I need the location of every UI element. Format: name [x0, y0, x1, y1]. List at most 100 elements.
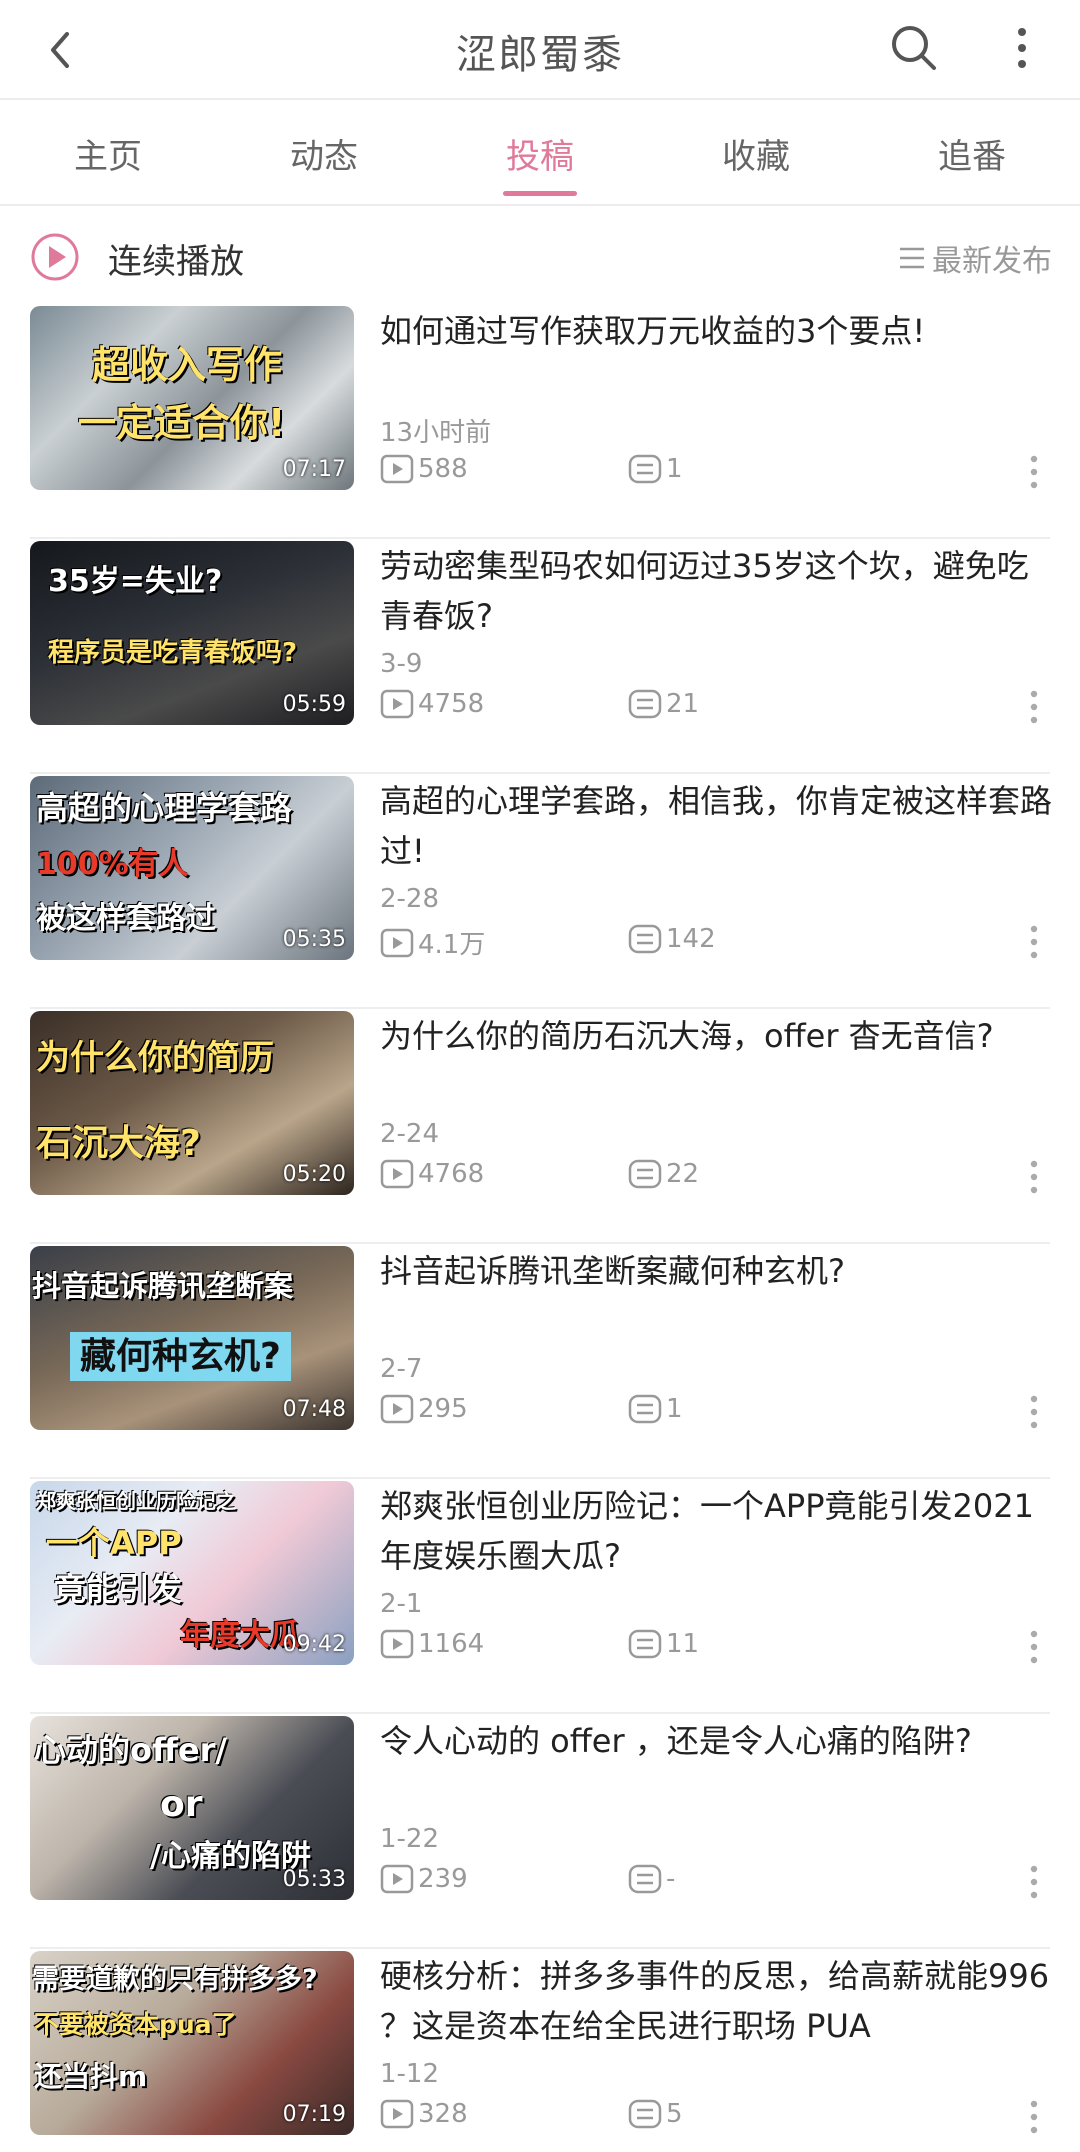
thumbnail-caption: 抖音起诉腾讯垄断案	[32, 1269, 294, 1303]
thumbnail-caption: 程序员是吃青春饭吗?	[48, 638, 298, 668]
item-more-button[interactable]	[1020, 2097, 1048, 2137]
vertical-dots-icon	[1030, 1865, 1038, 1899]
tab-home[interactable]: 主页	[0, 102, 216, 204]
thumbnail-caption: 不要被资本pua了	[34, 2010, 237, 2039]
video-title[interactable]: 高超的心理学套路，相信我，你肯定被这样套路过!	[380, 776, 1060, 876]
video-title[interactable]: 抖音起诉腾讯垄断案藏何种玄机?	[380, 1246, 1060, 1296]
video-date: 2-24	[380, 1119, 440, 1149]
video-item[interactable]: 需要道歉的只有拼多多? 不要被资本pua了 还当抖m 07:19 硬核分析：拼多…	[0, 1949, 1080, 2152]
play-count-value: 239	[418, 1864, 468, 1894]
video-title[interactable]: 硬核分析：拼多多事件的反思，给高薪就能996 ？这是资本在给全民进行职场 PUA	[380, 1951, 1060, 2051]
video-stats: 4.1万 142	[380, 924, 1080, 960]
item-more-button[interactable]	[1020, 1862, 1048, 1902]
video-duration: 05:59	[282, 692, 346, 717]
search-icon	[892, 26, 936, 70]
comment-icon	[628, 1629, 662, 1659]
tab-favorites[interactable]: 收藏	[648, 102, 864, 204]
comment-count-value: 1	[666, 454, 683, 484]
comment-icon	[628, 689, 662, 719]
video-item[interactable]: 郑爽张恒创业历险记之 一个APP 竟能引发 年度大瓜 09:42 郑爽张恒创业历…	[0, 1479, 1080, 1714]
video-title[interactable]: 郑爽张恒创业历险记：一个APP竟能引发2021年度娱乐圈大瓜?	[380, 1481, 1060, 1581]
play-count-icon	[380, 1159, 414, 1189]
thumbnail-caption: 还当抖m	[34, 2060, 148, 2093]
comment-count: 142	[628, 924, 716, 954]
comment-count: 21	[628, 689, 699, 719]
thumbnail-caption: 藏何种玄机?	[70, 1332, 291, 1381]
video-thumbnail[interactable]: 心动的offer/ or /心痛的陷阱 05:33	[30, 1716, 354, 1900]
tab-uploads[interactable]: 投稿	[432, 102, 648, 204]
video-item[interactable]: 心动的offer/ or /心痛的陷阱 05:33 令人心动的 offer ，还…	[0, 1714, 1080, 1949]
comment-count: 11	[628, 1629, 699, 1659]
thumbnail-caption: 一定适合你!	[78, 401, 286, 445]
play-count-icon	[380, 454, 414, 484]
video-thumbnail[interactable]: 高超的心理学套路 100%有人 被这样套路过 05:35	[30, 776, 354, 960]
play-count-value: 295	[418, 1394, 468, 1424]
video-stats: 328 5	[380, 2099, 1080, 2135]
vertical-dots-icon	[1030, 1395, 1038, 1429]
vertical-dots-icon	[1030, 925, 1038, 959]
item-more-button[interactable]	[1020, 452, 1048, 492]
item-more-button[interactable]	[1020, 687, 1048, 727]
video-stats: 4758 21	[380, 689, 1080, 725]
thumbnail-caption: 石沉大海?	[36, 1123, 201, 1164]
video-item[interactable]: 超收入写作 一定适合你! 07:17 如何通过写作获取万元收益的3个要点! 13…	[0, 304, 1080, 539]
tab-dynamics[interactable]: 动态	[216, 102, 432, 204]
video-duration: 07:19	[282, 2102, 346, 2127]
sort-button[interactable]: 最新发布	[898, 236, 1052, 280]
video-title[interactable]: 令人心动的 offer ，还是令人心痛的陷阱?	[380, 1716, 1060, 1766]
video-duration: 07:17	[282, 457, 346, 482]
video-thumbnail[interactable]: 抖音起诉腾讯垄断案 藏何种玄机? 07:48	[30, 1246, 354, 1430]
video-thumbnail[interactable]: 郑爽张恒创业历险记之 一个APP 竟能引发 年度大瓜 09:42	[30, 1481, 354, 1665]
video-item[interactable]: 抖音起诉腾讯垄断案 藏何种玄机? 07:48 抖音起诉腾讯垄断案藏何种玄机? 2…	[0, 1244, 1080, 1479]
item-more-button[interactable]	[1020, 1627, 1048, 1667]
thumbnail-caption: 100%有人	[36, 847, 189, 882]
item-more-button[interactable]	[1020, 1157, 1048, 1197]
video-date: 2-7	[380, 1354, 423, 1384]
thumbnail-caption: 心动的offer/	[34, 1731, 228, 1769]
video-item[interactable]: 高超的心理学套路 100%有人 被这样套路过 05:35 高超的心理学套路，相信…	[0, 774, 1080, 1009]
vertical-dots-icon	[1030, 1160, 1038, 1194]
vertical-dots-icon	[1018, 28, 1026, 68]
video-thumbnail[interactable]: 35岁=失业? 程序员是吃青春饭吗? 05:59	[30, 541, 354, 725]
play-count-icon	[380, 928, 414, 957]
video-thumbnail[interactable]: 超收入写作 一定适合你! 07:17	[30, 306, 354, 490]
video-duration: 05:20	[282, 1162, 346, 1187]
comment-count-value: 21	[666, 689, 700, 719]
more-options-button[interactable]	[990, 16, 1054, 80]
video-title[interactable]: 为什么你的简历石沉大海，offer 杳无音信?	[380, 1011, 1060, 1061]
video-stats: 295 1	[380, 1394, 1080, 1430]
thumbnail-caption: 超收入写作	[92, 343, 283, 387]
play-circle-icon[interactable]	[30, 232, 80, 282]
video-thumbnail[interactable]: 需要道歉的只有拼多多? 不要被资本pua了 还当抖m 07:19	[30, 1951, 354, 2135]
item-more-button[interactable]	[1020, 1392, 1048, 1432]
play-count-value: 4.1万	[418, 930, 486, 960]
video-item[interactable]: 35岁=失业? 程序员是吃青春饭吗? 05:59 劳动密集型码农如何迈过35岁这…	[0, 539, 1080, 774]
video-stats: 588 1	[380, 454, 1080, 490]
video-title[interactable]: 如何通过写作获取万元收益的3个要点!	[380, 306, 1060, 356]
comment-count-value: 22	[666, 1159, 700, 1189]
play-count: 239	[380, 1864, 468, 1894]
thumbnail-caption: 35岁=失业?	[48, 564, 223, 599]
continuous-play-label[interactable]: 连续播放	[108, 234, 244, 283]
video-item[interactable]: 为什么你的简历 石沉大海? 05:20 为什么你的简历石沉大海，offer 杳无…	[0, 1009, 1080, 1244]
comment-count-value: -	[666, 1864, 676, 1894]
sort-label: 最新发布	[932, 244, 1052, 279]
play-count-value: 1164	[418, 1629, 485, 1659]
video-list: 超收入写作 一定适合你! 07:17 如何通过写作获取万元收益的3个要点! 13…	[0, 304, 1080, 2152]
thumbnail-caption: 高超的心理学套路	[36, 789, 293, 827]
comment-icon	[628, 1159, 662, 1189]
search-button[interactable]	[882, 16, 946, 80]
play-count: 4768	[380, 1159, 484, 1189]
video-date: 13小时前	[380, 418, 492, 448]
item-more-button[interactable]	[1020, 922, 1048, 962]
play-count-icon	[380, 2099, 414, 2129]
video-thumbnail[interactable]: 为什么你的简历 石沉大海? 05:20	[30, 1011, 354, 1195]
comment-count-value: 1	[666, 1394, 683, 1424]
play-count: 1164	[380, 1629, 484, 1659]
vertical-dots-icon	[1030, 455, 1038, 489]
video-title[interactable]: 劳动密集型码农如何迈过35岁这个坎，避免吃青春饭?	[380, 541, 1060, 641]
tab-bangumi[interactable]: 追番	[864, 102, 1080, 204]
comment-icon	[628, 1864, 662, 1894]
tab-bar: 主页 动态 投稿 收藏 追番	[0, 102, 1080, 206]
video-stats: 4768 22	[380, 1159, 1080, 1195]
